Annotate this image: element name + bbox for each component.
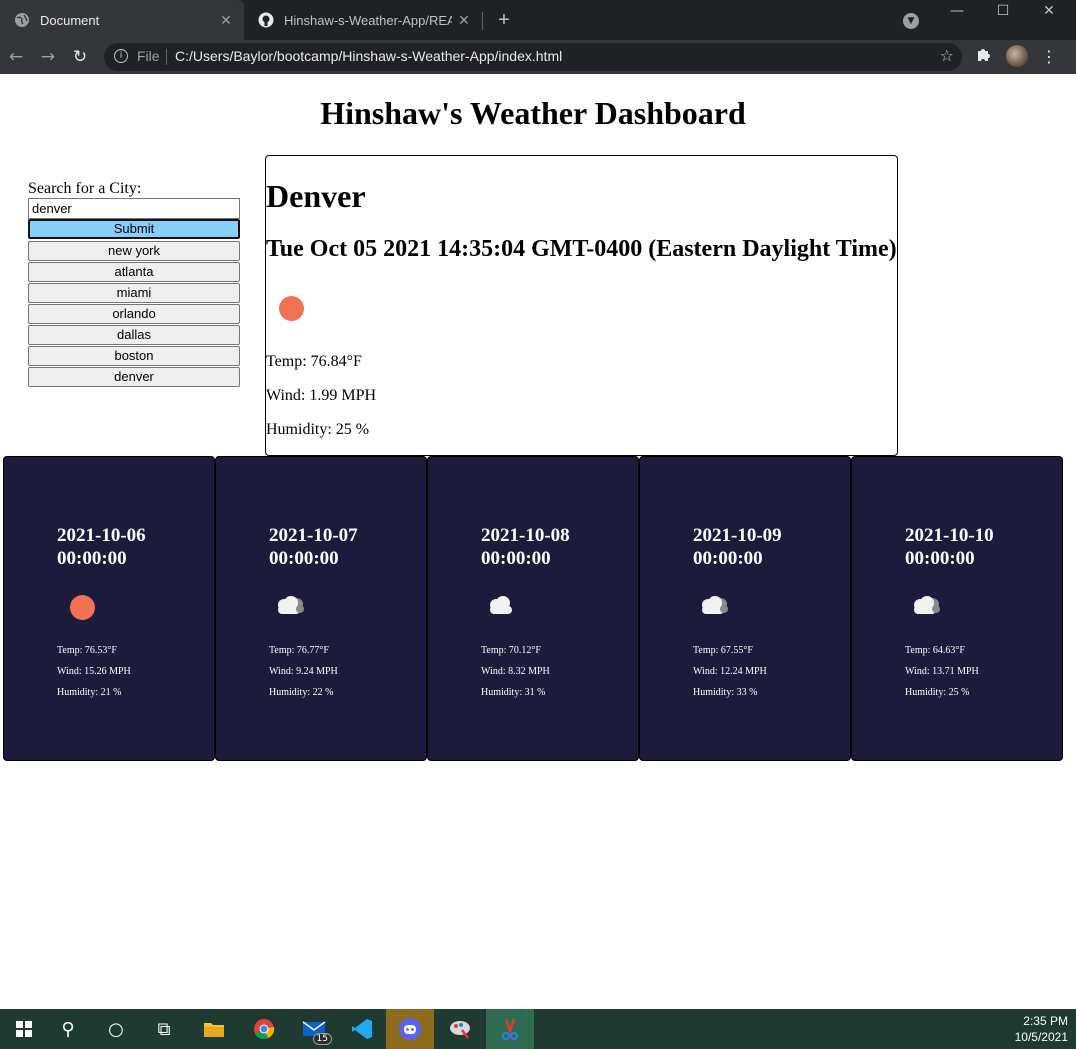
history-button-atlanta[interactable]: atlanta [28, 262, 240, 282]
vscode-icon[interactable] [338, 1009, 386, 1049]
clear-sun-icon [279, 296, 304, 321]
forecast-wind: Wind: 12.24 MPH [693, 666, 767, 677]
info-icon[interactable]: i [114, 49, 128, 63]
profile-avatar[interactable] [1006, 45, 1028, 67]
current-temp: Temp: 76.84°F [266, 353, 362, 370]
browser-toolbar: ← → ↻ i File C:/Users/Baylor/bootcamp/Hi… [0, 40, 1076, 74]
history-button-new-york[interactable]: new york [28, 241, 240, 261]
forecast-wind: Wind: 8.32 MPH [481, 666, 550, 677]
broken-clouds-icon [694, 592, 734, 622]
extensions-puzzle-icon[interactable] [972, 45, 996, 69]
tab-search-icon[interactable]: ▼ [903, 13, 919, 29]
history-button-denver[interactable]: denver [28, 367, 240, 387]
window-close-icon[interactable]: ✕ [1026, 0, 1072, 22]
forecast-temp: Temp: 70.12°F [481, 645, 541, 656]
clear-sun-icon [58, 592, 98, 622]
forecast-temp: Temp: 76.77°F [269, 645, 329, 656]
globe-icon [14, 12, 30, 28]
forecast-temp: Temp: 64.63°F [905, 645, 965, 656]
back-icon[interactable]: ← [4, 45, 28, 69]
system-clock[interactable]: 2:35 PM 10/5/2021 [1015, 1013, 1068, 1045]
windows-start-icon[interactable] [0, 1009, 48, 1049]
forecast-humidity: Humidity: 22 % [269, 687, 334, 698]
snipping-tool-icon[interactable] [486, 1009, 534, 1049]
submit-button[interactable]: Submit [28, 219, 240, 239]
current-weather-panel: Denver Tue Oct 05 2021 14:35:04 GMT-0400… [265, 155, 898, 456]
discord-icon[interactable] [386, 1009, 434, 1049]
forecast-date: 2021-10-08 00:00:00 [481, 525, 570, 569]
forecast-wind: Wind: 13.71 MPH [905, 666, 979, 677]
forecast-date: 2021-10-09 00:00:00 [693, 525, 782, 569]
close-icon[interactable]: ✕ [214, 12, 238, 29]
forecast-card: 2021-10-10 00:00:00 Temp: 64.63°F Wind: 1… [851, 456, 1063, 761]
history-button-miami[interactable]: miami [28, 283, 240, 303]
tab-separator [482, 12, 483, 30]
forecast-temp: Temp: 67.55°F [693, 645, 753, 656]
minimize-icon[interactable]: — [934, 0, 980, 22]
tab-readme[interactable]: Hinshaw-s-Weather-App/READM ✕ [244, 0, 482, 40]
clock-time: 2:35 PM [1023, 1014, 1068, 1028]
forecast-humidity: Humidity: 21 % [57, 687, 122, 698]
forecast-wind: Wind: 15.26 MPH [57, 666, 131, 677]
forecast-date: 2021-10-06 00:00:00 [57, 525, 146, 569]
forecast-humidity: Humidity: 25 % [905, 687, 970, 698]
maximize-icon[interactable]: ☐ [980, 0, 1026, 22]
broken-clouds-icon [270, 592, 310, 622]
forecast-humidity: Humidity: 33 % [693, 687, 758, 698]
bookmark-star-icon[interactable]: ☆ [940, 46, 954, 65]
task-view-icon[interactable]: ⧉ [140, 1009, 188, 1049]
cortana-icon[interactable]: ○ [92, 1009, 140, 1049]
paint-app-icon[interactable] [436, 1009, 484, 1049]
current-date: Tue Oct 05 2021 14:35:04 GMT-0400 (Easte… [266, 236, 897, 262]
forecast-card: 2021-10-08 00:00:00 Temp: 70.12°F Wind: 8… [427, 456, 639, 761]
more-menu-icon[interactable]: ⋮ [1037, 45, 1061, 69]
url-text[interactable]: C:/Users/Baylor/bootcamp/Hinshaw-s-Weath… [175, 48, 562, 64]
tab-label: Hinshaw-s-Weather-App/READM [284, 12, 452, 28]
current-humidity: Humidity: 25 % [266, 421, 370, 438]
current-wind: Wind: 1.99 MPH [266, 387, 377, 404]
tab-document[interactable]: Document ✕ [0, 0, 244, 40]
forecast-card: 2021-10-06 00:00:00 Temp: 76.53°F Wind: 1… [3, 456, 215, 761]
close-icon[interactable]: ✕ [452, 12, 476, 29]
url-scheme: File [137, 48, 160, 64]
clock-date: 10/5/2021 [1014, 1030, 1068, 1044]
broken-clouds-icon [906, 592, 946, 622]
forecast-temp: Temp: 76.53°F [57, 645, 117, 656]
github-icon [258, 12, 274, 28]
history-button-dallas[interactable]: dallas [28, 325, 240, 345]
omnibox-separator [166, 49, 167, 65]
forecast-date: 2021-10-10 00:00:00 [905, 525, 994, 569]
forecast-card: 2021-10-09 00:00:00 Temp: 67.55°F Wind: 1… [639, 456, 851, 761]
forecast-cards: 2021-10-06 00:00:00 Temp: 76.53°F Wind: 1… [3, 456, 1063, 761]
file-explorer-icon[interactable] [190, 1009, 238, 1049]
mail-badge: 15 [312, 1033, 332, 1045]
cloud-icon [482, 592, 522, 622]
mail-icon[interactable]: 15 [290, 1009, 338, 1049]
tab-label: Document [40, 12, 100, 28]
history-button-orlando[interactable]: orlando [28, 304, 240, 324]
address-bar[interactable]: i File C:/Users/Baylor/bootcamp/Hinshaw-… [104, 43, 962, 71]
city-search-input[interactable] [28, 198, 240, 219]
forecast-date: 2021-10-07 00:00:00 [269, 525, 358, 569]
current-city: Denver [266, 178, 366, 214]
chrome-icon[interactable] [240, 1009, 288, 1049]
windows-taskbar: ⚲ ○ ⧉ 15 2:35 PM 10/5/2021 [0, 1009, 1076, 1049]
forecast-wind: Wind: 9.24 MPH [269, 666, 338, 677]
browser-titlebar: Document ✕ Hinshaw-s-Weather-App/READM ✕… [0, 0, 1076, 40]
search-label: Search for a City: [28, 180, 142, 197]
forecast-humidity: Humidity: 31 % [481, 687, 546, 698]
new-tab-button[interactable]: + [492, 8, 516, 32]
search-icon[interactable]: ⚲ [44, 1009, 92, 1049]
forecast-card: 2021-10-07 00:00:00 Temp: 76.77°F Wind: 9… [215, 456, 427, 761]
reload-icon[interactable]: ↻ [68, 45, 92, 69]
forward-icon[interactable]: → [36, 45, 60, 69]
history-button-boston[interactable]: boston [28, 346, 240, 366]
page-title: Hinshaw's Weather Dashboard [320, 95, 746, 131]
